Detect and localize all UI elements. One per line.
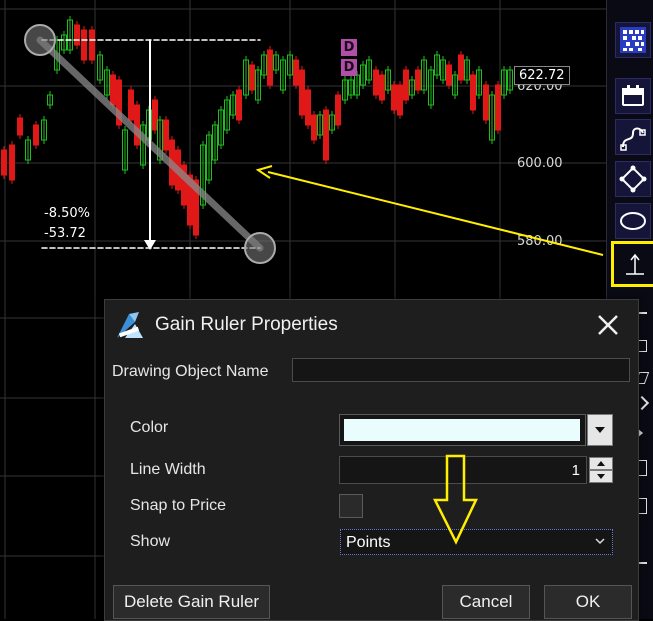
dividend-marker[interactable]: D xyxy=(341,59,357,76)
candle-body xyxy=(403,69,409,101)
curve-tool-button[interactable] xyxy=(615,119,651,155)
candle-body xyxy=(9,144,15,181)
candle-body xyxy=(397,84,403,116)
gain-ruler-app-icon xyxy=(117,312,143,338)
line-width-stepper[interactable] xyxy=(589,456,613,484)
chevron-up-icon xyxy=(597,461,605,466)
dialog-title-bar[interactable]: Gain Ruler Properties xyxy=(105,300,638,348)
chevron-down-icon xyxy=(595,427,605,433)
color-dropdown-button[interactable] xyxy=(587,414,613,446)
curve-draw-icon xyxy=(620,127,646,151)
cancel-button[interactable]: Cancel xyxy=(442,585,530,619)
ok-button[interactable]: OK xyxy=(544,585,632,619)
candle-body xyxy=(74,24,80,46)
dividend-marker[interactable]: D xyxy=(341,39,357,56)
diamond-tool-button[interactable] xyxy=(615,161,651,197)
candle-body xyxy=(323,109,329,161)
toolbar-more-tools xyxy=(634,300,653,600)
drawing-object-name-label: Drawing Object Name xyxy=(112,363,269,380)
color-swatch xyxy=(344,419,580,441)
step-up-button[interactable] xyxy=(589,457,613,470)
candle-body xyxy=(236,89,242,121)
color-label: Color xyxy=(130,419,169,436)
candle-body xyxy=(293,59,299,86)
candle-body xyxy=(1,149,7,176)
ruler-points-text: -53.72 xyxy=(44,226,86,241)
candle-body xyxy=(446,64,452,86)
step-down-button[interactable] xyxy=(589,470,613,483)
candle-body xyxy=(152,99,158,131)
candle-body xyxy=(89,29,95,61)
candle-body xyxy=(17,117,23,136)
candle-body xyxy=(81,29,87,61)
candle-body xyxy=(110,74,116,106)
show-select[interactable]: Points xyxy=(340,529,613,555)
candle-body xyxy=(373,69,379,96)
candle-body xyxy=(33,124,39,146)
chevron-down-icon xyxy=(595,538,605,545)
ruler-end-handle xyxy=(244,232,276,264)
candle-body xyxy=(311,114,317,141)
calendar-tool-button[interactable] xyxy=(615,78,651,114)
delete-gain-ruler-button[interactable]: Delete Gain Ruler xyxy=(113,585,270,619)
candle-body xyxy=(299,69,305,116)
snap-to-price-checkbox[interactable] xyxy=(339,494,363,518)
candle-body xyxy=(335,94,341,126)
candle-body xyxy=(415,69,421,91)
candle-body xyxy=(470,74,476,111)
price-axis-label: 600.00 xyxy=(517,156,563,171)
line-width-label: Line Width xyxy=(130,461,206,478)
ruler-percent-text: -8.50% xyxy=(44,206,90,221)
grid-icon xyxy=(620,27,646,53)
color-picker-field[interactable] xyxy=(339,414,586,446)
line-width-field[interactable]: 1 xyxy=(339,456,587,484)
candle-body xyxy=(163,119,169,151)
gain-ruler-icon xyxy=(626,253,644,275)
snap-to-price-label: Snap to Price xyxy=(130,497,227,514)
close-icon[interactable] xyxy=(593,310,623,340)
candle-body xyxy=(379,74,385,101)
show-label: Show xyxy=(130,533,171,550)
candle-body xyxy=(134,104,140,146)
candle-body xyxy=(458,54,464,81)
show-selected-value: Points xyxy=(346,534,391,551)
grid-tool-button[interactable] xyxy=(615,22,651,58)
ellipse-icon xyxy=(620,212,646,230)
chevron-down-icon xyxy=(597,474,605,479)
ellipse-tool-button[interactable] xyxy=(615,203,651,239)
candle-body xyxy=(391,84,397,111)
candle-body xyxy=(128,89,134,121)
drawing-object-name-field[interactable] xyxy=(292,358,630,382)
calendar-icon xyxy=(622,85,644,106)
gain-ruler-tool-button[interactable] xyxy=(611,241,653,287)
candle-body xyxy=(249,64,255,91)
ruler-start-handle xyxy=(24,24,56,56)
dialog-title: Gain Ruler Properties xyxy=(155,314,338,335)
last-price-label: 622.72 xyxy=(514,66,570,85)
candle-body xyxy=(495,84,501,131)
candle-body xyxy=(267,49,273,86)
line-width-value: 1 xyxy=(571,462,580,479)
candle-body xyxy=(483,84,489,121)
gain-ruler-properties-dialog: Gain Ruler Properties Drawing Object Nam… xyxy=(104,299,639,621)
diamond-icon xyxy=(619,165,647,193)
candle-body xyxy=(305,89,311,126)
price-axis-label: 580.00 xyxy=(517,234,563,249)
